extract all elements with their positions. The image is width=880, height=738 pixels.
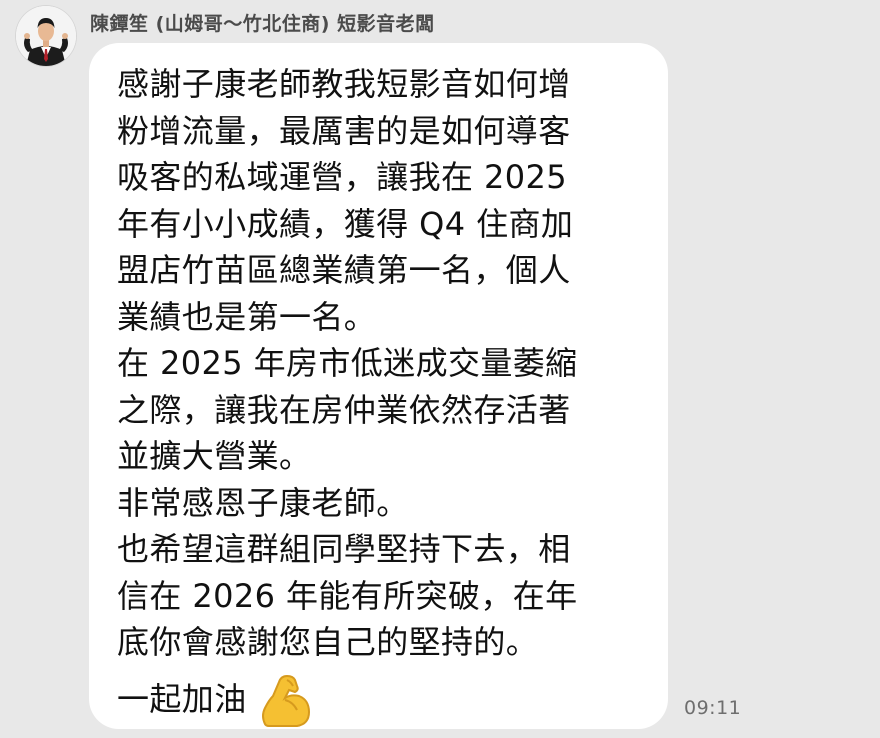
sender-name: 陳鐔笙 (山姆哥～竹北住商) 短影音老闆 [90, 13, 435, 35]
sender-avatar[interactable] [16, 6, 76, 66]
flexed-biceps-icon [259, 672, 311, 728]
message-body: 感謝子康老師教我短影音如何增 粉增流量，最厲害的是如何導客 吸客的私域運營，讓我… [117, 65, 578, 661]
message-closing-text: 一起加油 [117, 680, 247, 719]
message-closing-line: 一起加油 [117, 672, 648, 728]
chat-area: 陳鐔笙 (山姆哥～竹北住商) 短影音老闆 感謝子康老師教我短影音如何增 粉增流量… [0, 0, 880, 738]
avatar-photo-icon [16, 6, 76, 66]
message-timestamp: 09:11 [684, 697, 742, 719]
message-bubble[interactable]: 感謝子康老師教我短影音如何增 粉增流量，最厲害的是如何導客 吸客的私域運營，讓我… [89, 43, 668, 729]
